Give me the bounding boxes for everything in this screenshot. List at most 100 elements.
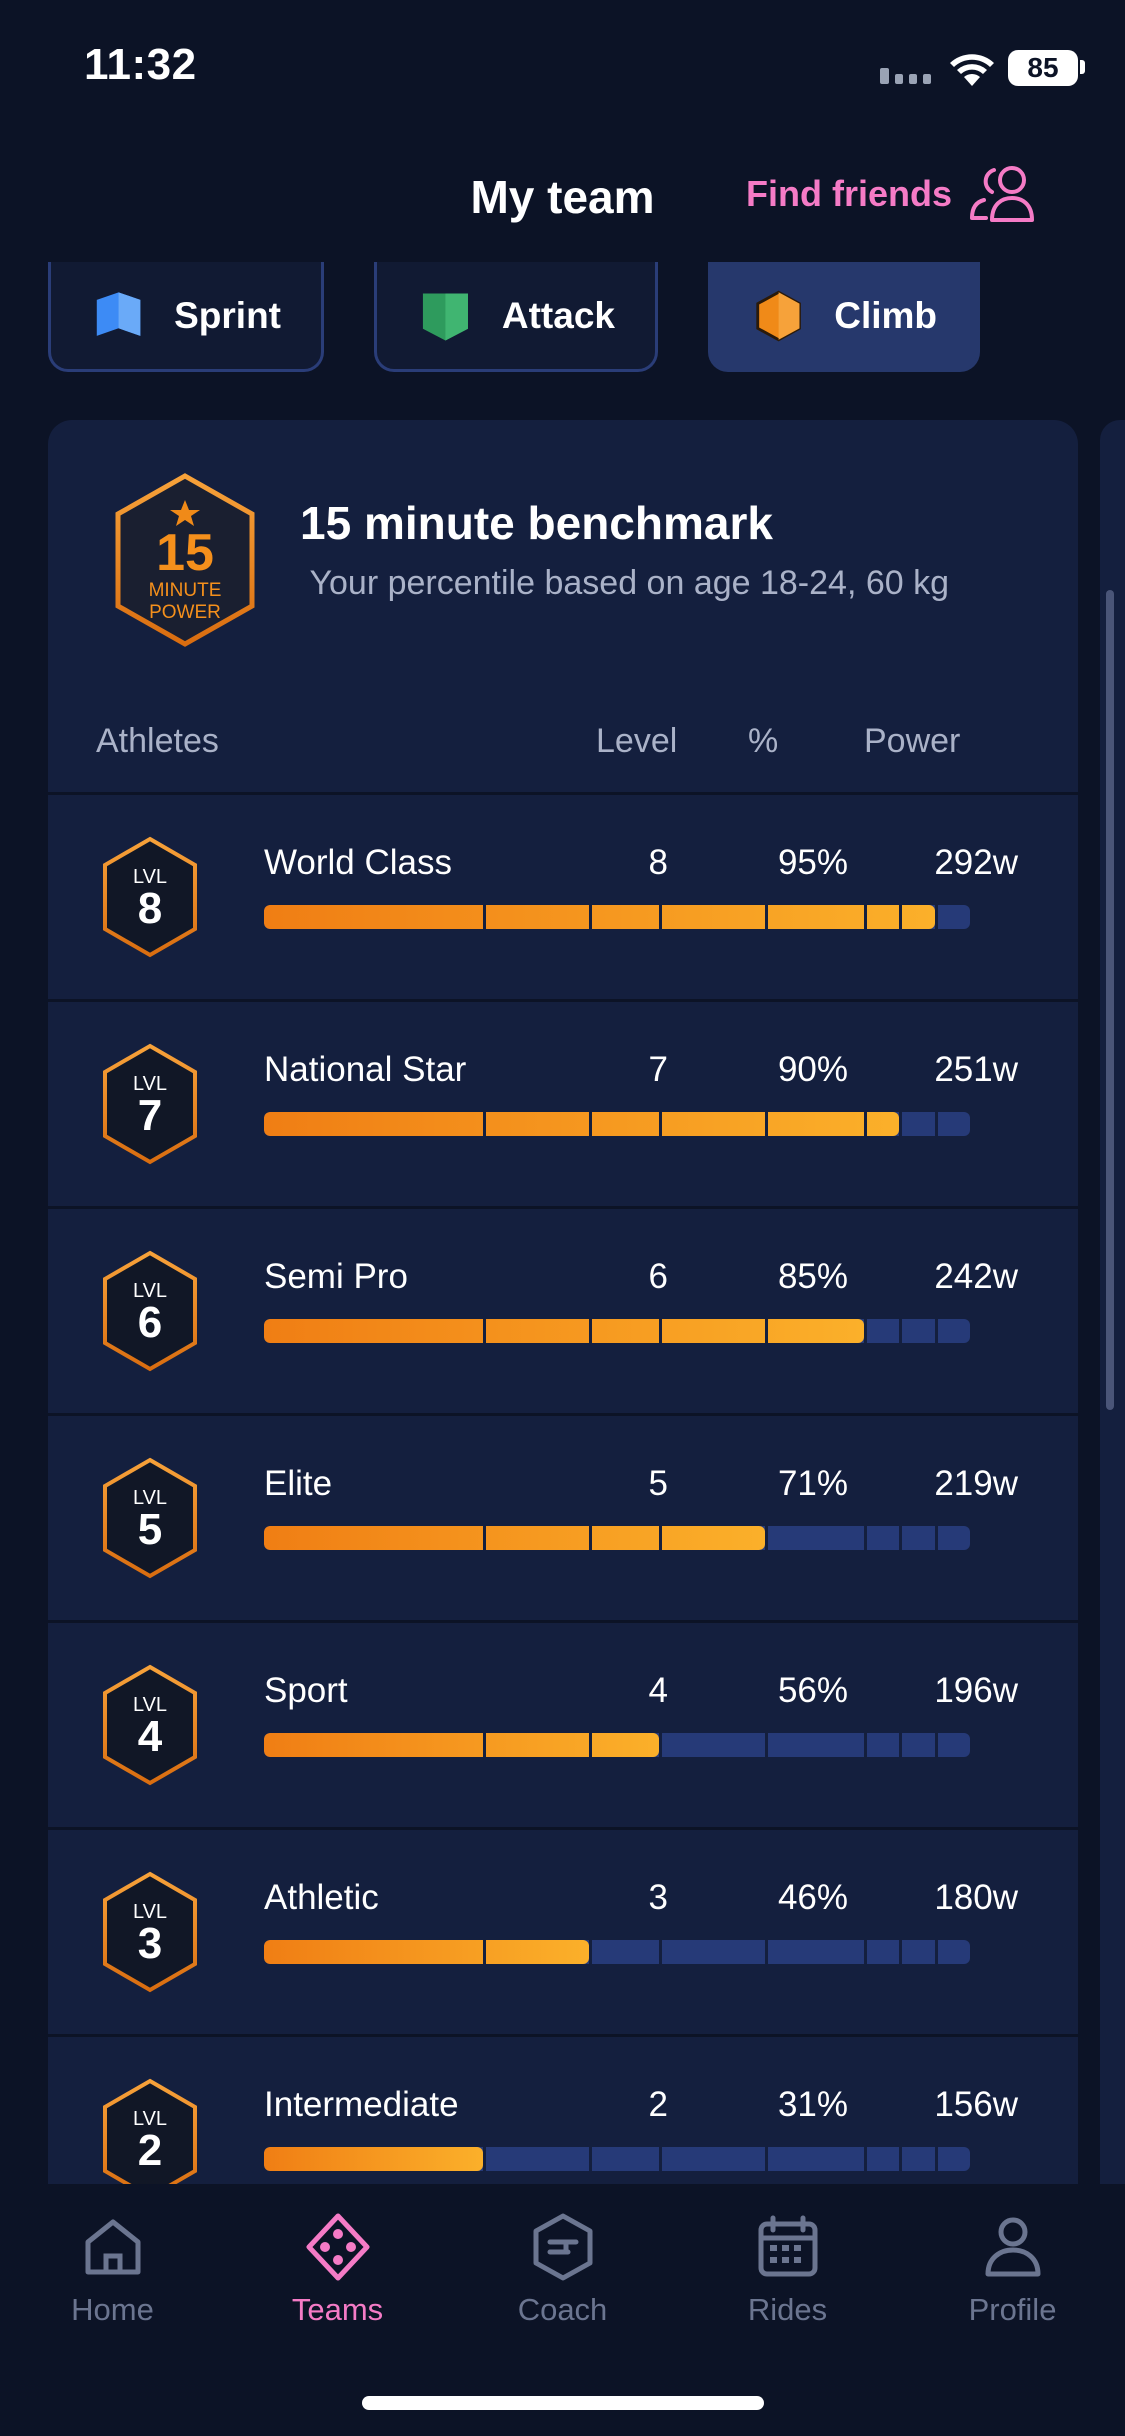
bar-segment-divider (899, 1526, 903, 1550)
level-name: Intermediate (264, 2085, 459, 2124)
level-row[interactable]: LVL 4 Sport 4 56% 196w (48, 1620, 1078, 1827)
teams-icon (306, 2213, 369, 2281)
badge-line-2: POWER (149, 602, 221, 623)
bar-segment-divider (588, 1112, 592, 1136)
home-icon (85, 2219, 140, 2275)
level-row[interactable]: LVL 7 National Star 7 90% 251w (48, 999, 1078, 1206)
percentile-bar-fill (264, 2147, 483, 2171)
find-friends-button[interactable]: Find friends (746, 164, 1044, 224)
level-power: 219w (934, 1464, 1018, 1503)
benchmark-subtitle: Your percentile based on age 18-24, 60 k… (300, 564, 950, 602)
percentile-bar-fill (264, 905, 935, 929)
nav-profile[interactable]: Profile (900, 2212, 1125, 2328)
percentile-bar (264, 1940, 970, 1964)
level-row[interactable]: LVL 8 World Class 8 95% 292w (48, 792, 1078, 999)
bar-segment-divider (899, 905, 903, 929)
tab-climb[interactable]: Climb (708, 262, 980, 372)
wifi-icon (950, 54, 994, 86)
bar-segment-divider (482, 1112, 486, 1136)
nav-coach-label: Coach (517, 2292, 608, 2327)
badge-number: 15 (156, 524, 214, 582)
calendar-icon (758, 2215, 817, 2277)
bar-segment-divider (588, 905, 592, 929)
tab-climb-label: Climb (834, 294, 937, 336)
percentile-bar-fill (264, 1319, 865, 1343)
profile-icon (985, 2217, 1040, 2277)
level-badge-icon: LVL 7 (103, 1043, 197, 1165)
level-badge-number: 7 (138, 1091, 162, 1140)
bar-segment-divider (659, 2147, 663, 2171)
bar-segment-divider (659, 905, 663, 929)
level-badge-icon: LVL 6 (103, 1250, 197, 1372)
nav-rides[interactable]: Rides (675, 2212, 900, 2328)
bar-segment-divider (588, 1940, 592, 1964)
bar-segment-divider (659, 1526, 663, 1550)
bar-segment-divider (765, 1733, 769, 1757)
tab-attack-label: Attack (501, 294, 615, 336)
level-name: Athletic (264, 1878, 379, 1917)
home-indicator[interactable] (362, 2396, 764, 2410)
bar-segment-divider (482, 1319, 486, 1343)
column-header-percent: % (748, 722, 779, 760)
bar-segment-divider (588, 1319, 592, 1343)
bar-segment-divider (864, 1112, 868, 1136)
percentile-bar-fill (264, 1733, 660, 1757)
tab-sprint[interactable]: Sprint (48, 262, 324, 372)
level-value: 2 (648, 2085, 668, 2124)
benchmark-card: 15 MINUTE POWER 15 minute benchmark Your… (48, 420, 1078, 2200)
bar-segment-divider (864, 1733, 868, 1757)
discipline-tabs: Sprint Attack Climb (48, 262, 980, 372)
level-percent: 31% (777, 2085, 848, 2124)
bar-segment-divider (934, 905, 938, 929)
climb-hexagon-icon (756, 290, 801, 341)
percentile-bar (264, 2147, 970, 2171)
level-power: 292w (934, 843, 1018, 882)
tab-attack[interactable]: Attack (374, 262, 658, 372)
level-power: 251w (934, 1050, 1018, 1089)
level-name: World Class (264, 843, 453, 882)
level-row[interactable]: LVL 5 Elite 5 71% 219w (48, 1413, 1078, 1620)
level-badge-number: 8 (138, 884, 162, 933)
bar-segment-divider (899, 1319, 903, 1343)
bar-segment-divider (934, 1319, 938, 1343)
nav-teams[interactable]: Teams (225, 2212, 450, 2328)
level-value: 6 (648, 1257, 668, 1296)
percentile-bar (264, 1733, 970, 1757)
bar-segment-divider (765, 905, 769, 929)
level-name: Semi Pro (264, 1257, 408, 1296)
nav-rides-label: Rides (747, 2292, 828, 2327)
bar-segment-divider (482, 1526, 486, 1550)
benchmark-title: 15 minute benchmark (300, 497, 773, 549)
level-row[interactable]: LVL 2 Intermediate 2 31% 156w (48, 2034, 1078, 2200)
bar-segment-divider (864, 1940, 868, 1964)
bar-segment-divider (864, 2147, 868, 2171)
percentile-bar-fill (264, 1940, 589, 1964)
nav-coach[interactable]: Coach (450, 2212, 675, 2328)
badge-line-1: MINUTE (149, 580, 222, 601)
level-power: 156w (934, 2085, 1018, 2124)
level-badge-icon: LVL 3 (103, 1871, 197, 1993)
bar-segment-divider (864, 905, 868, 929)
bar-segment-divider (934, 2147, 938, 2171)
scrollbar[interactable] (1106, 590, 1114, 1410)
level-name: National Star (264, 1050, 467, 1089)
level-name: Sport (264, 1671, 348, 1710)
column-header-power: Power (864, 722, 961, 760)
level-percent: 56% (777, 1671, 848, 1710)
percentile-bar (264, 1112, 970, 1136)
level-power: 242w (934, 1257, 1018, 1296)
level-row[interactable]: LVL 6 Semi Pro 6 85% 242w (48, 1206, 1078, 1413)
bar-segment-divider (765, 1940, 769, 1964)
percentile-bar (264, 1319, 970, 1343)
bar-segment-divider (588, 2147, 592, 2171)
level-badge-number: 4 (138, 1712, 163, 1761)
nav-home[interactable]: Home (0, 2212, 225, 2328)
level-badge-number: 3 (138, 1919, 162, 1968)
bar-segment-divider (899, 2147, 903, 2171)
find-friends-label: Find friends (746, 173, 952, 214)
level-percent: 71% (777, 1464, 848, 1503)
level-badge-icon: LVL 4 (103, 1664, 197, 1786)
level-row[interactable]: LVL 3 Athletic 3 46% 180w (48, 1827, 1078, 2034)
level-badge-icon: LVL 8 (103, 836, 197, 958)
bar-segment-divider (659, 1940, 663, 1964)
